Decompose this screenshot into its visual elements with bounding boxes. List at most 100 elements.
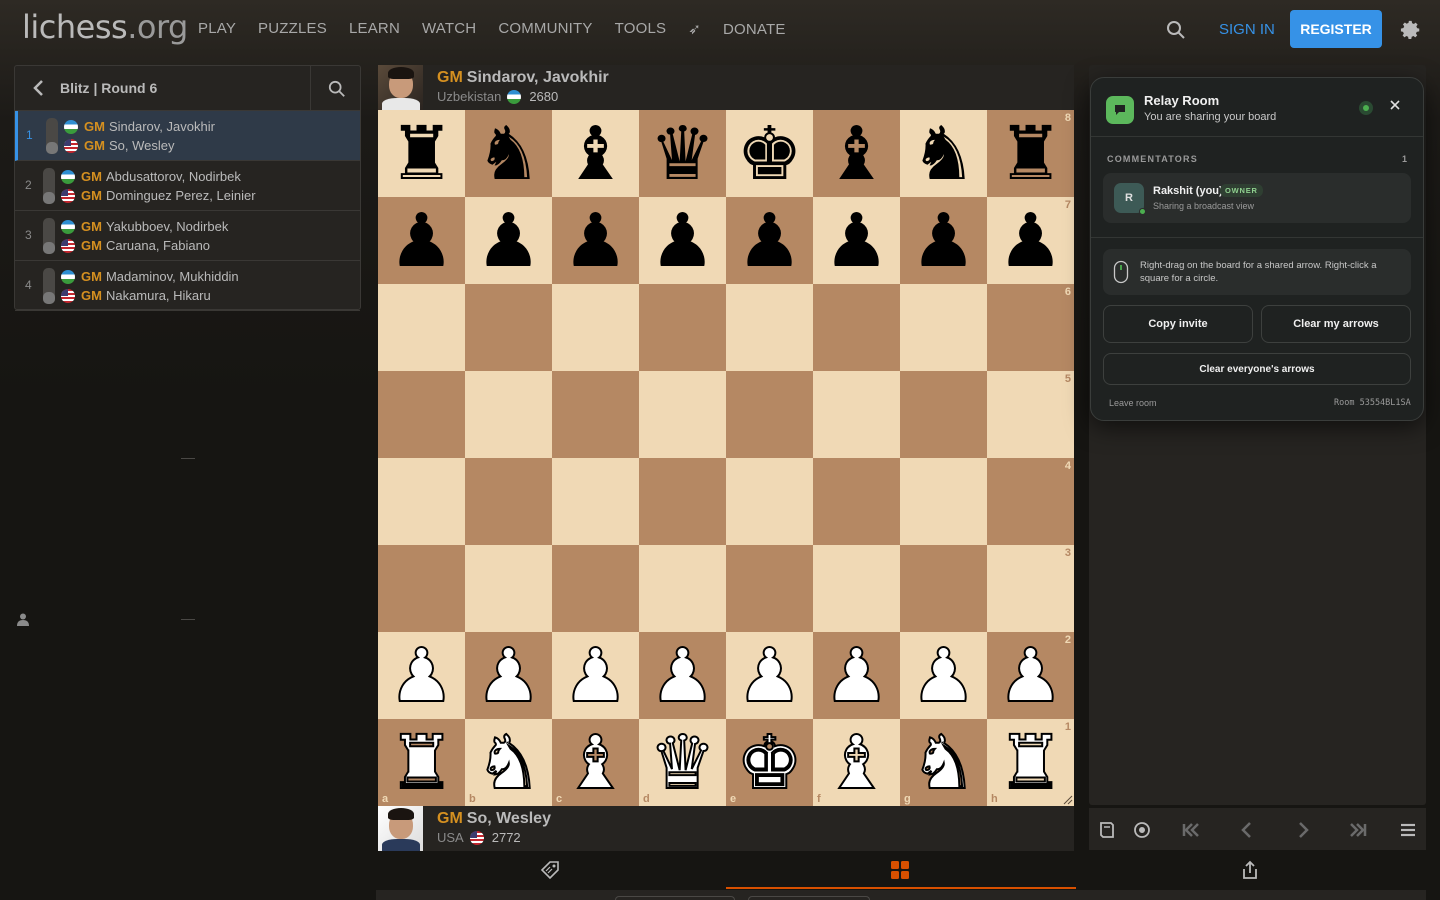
black-pawn-icon[interactable]: ♟ [910,204,976,278]
nav-community[interactable]: COMMUNITY [498,20,592,38]
black-bishop-icon[interactable]: ♝ [562,117,628,191]
game-row[interactable]: 2 GM Abdusattorov, Nodirbek GM Dominguez Per… [15,161,360,211]
square-d4[interactable] [639,458,726,545]
last-move-icon[interactable] [1348,820,1368,840]
clear-all-arrows-button[interactable]: Clear everyone's arrows [1103,353,1411,385]
square-g4[interactable] [900,458,987,545]
white-bishop-icon[interactable]: ♝ [822,725,890,801]
square-h7[interactable]: ♟ 7 [987,197,1074,284]
game-row[interactable]: 3 GM Yakubboev, Nodirbek GM Caruana, Fabiano [15,211,360,261]
white-pawn-icon[interactable]: ♟ [474,638,542,714]
next-move-icon[interactable] [1293,820,1313,840]
square-a4[interactable] [378,458,465,545]
square-h6[interactable]: 6 [987,284,1074,371]
square-c1[interactable]: ♝ c [552,719,639,806]
white-pawn-icon[interactable]: ♟ [822,638,890,714]
square-c3[interactable] [552,545,639,632]
square-c8[interactable]: ♝ [552,110,639,197]
square-a7[interactable]: ♟ [378,197,465,284]
square-h3[interactable]: 3 [987,545,1074,632]
black-king-icon[interactable]: ♚ [736,117,802,191]
white-knight-icon[interactable]: ♞ [474,725,542,801]
black-pawn-icon[interactable]: ♟ [823,204,889,278]
white-pawn-icon[interactable]: ♟ [648,638,716,714]
square-f8[interactable]: ♝ [813,110,900,197]
square-b7[interactable]: ♟ [465,197,552,284]
square-c6[interactable] [552,284,639,371]
nav-play[interactable]: PLAY [198,20,236,38]
player-name[interactable]: GM So, Wesley [437,810,551,828]
square-g2[interactable]: ♟ [900,632,987,719]
bottom-button[interactable] [748,896,870,900]
white-pawn-icon[interactable]: ♟ [561,638,629,714]
square-a2[interactable]: ♟ [378,632,465,719]
square-g5[interactable] [900,371,987,458]
site-logo[interactable]: lichess.org [22,8,188,46]
sign-in-link[interactable]: SIGN IN [1219,21,1275,38]
chevron-left-icon[interactable] [29,78,49,98]
square-b4[interactable] [465,458,552,545]
square-b8[interactable]: ♞ [465,110,552,197]
square-g7[interactable]: ♟ [900,197,987,284]
square-f2[interactable]: ♟ [813,632,900,719]
menu-icon[interactable] [1398,820,1418,840]
copy-invite-button[interactable]: Copy invite [1103,305,1253,343]
square-f1[interactable]: ♝ f [813,719,900,806]
square-g8[interactable]: ♞ [900,110,987,197]
square-c2[interactable]: ♟ [552,632,639,719]
white-pawn-icon[interactable]: ♟ [735,638,803,714]
square-d2[interactable]: ♟ [639,632,726,719]
square-h5[interactable]: 5 [987,371,1074,458]
square-b1[interactable]: ♞ b [465,719,552,806]
nav-tools[interactable]: TOOLS [615,20,667,38]
resize-handle-icon[interactable] [1063,795,1073,805]
square-f3[interactable] [813,545,900,632]
square-f4[interactable] [813,458,900,545]
black-rook-icon[interactable]: ♜ [997,117,1063,191]
square-c5[interactable] [552,371,639,458]
square-g6[interactable] [900,284,987,371]
white-queen-icon[interactable]: ♛ [648,725,716,801]
square-a5[interactable] [378,371,465,458]
square-a3[interactable] [378,545,465,632]
close-icon[interactable] [1387,97,1403,113]
square-e3[interactable] [726,545,813,632]
square-d8[interactable]: ♛ [639,110,726,197]
black-knight-icon[interactable]: ♞ [910,117,976,191]
square-b6[interactable] [465,284,552,371]
white-rook-icon[interactable]: ♜ [996,725,1064,801]
square-a8[interactable]: ♜ [378,110,465,197]
search-icon[interactable] [1166,20,1186,40]
gear-icon[interactable] [1400,19,1422,41]
square-d3[interactable] [639,545,726,632]
square-e5[interactable] [726,371,813,458]
nav-donate[interactable]: ➶ DONATE [688,20,807,38]
black-pawn-icon[interactable]: ♟ [649,204,715,278]
black-rook-icon[interactable]: ♜ [388,117,454,191]
square-e1[interactable]: ♚ e [726,719,813,806]
square-h4[interactable]: 4 [987,458,1074,545]
target-icon[interactable] [1132,820,1152,840]
square-a6[interactable] [378,284,465,371]
black-pawn-icon[interactable]: ♟ [475,204,541,278]
nav-puzzles[interactable]: PUZZLES [258,20,327,38]
square-d7[interactable]: ♟ [639,197,726,284]
black-pawn-icon[interactable]: ♟ [997,204,1063,278]
square-c7[interactable]: ♟ [552,197,639,284]
square-e2[interactable]: ♟ [726,632,813,719]
square-f6[interactable] [813,284,900,371]
square-h2[interactable]: ♟ 2 [987,632,1074,719]
black-pawn-icon[interactable]: ♟ [562,204,628,278]
white-bishop-icon[interactable]: ♝ [561,725,629,801]
square-e6[interactable] [726,284,813,371]
square-h8[interactable]: ♜ 8 [987,110,1074,197]
clear-my-arrows-button[interactable]: Clear my arrows [1261,305,1411,343]
white-rook-icon[interactable]: ♜ [387,725,455,801]
round-title[interactable]: Blitz | Round 6 [60,80,157,96]
square-g3[interactable] [900,545,987,632]
tag-icon[interactable] [540,860,560,880]
square-c4[interactable] [552,458,639,545]
register-button[interactable]: REGISTER [1290,10,1382,48]
player-name[interactable]: GM Sindarov, Javokhir [437,69,609,87]
grid-icon[interactable] [890,860,910,880]
